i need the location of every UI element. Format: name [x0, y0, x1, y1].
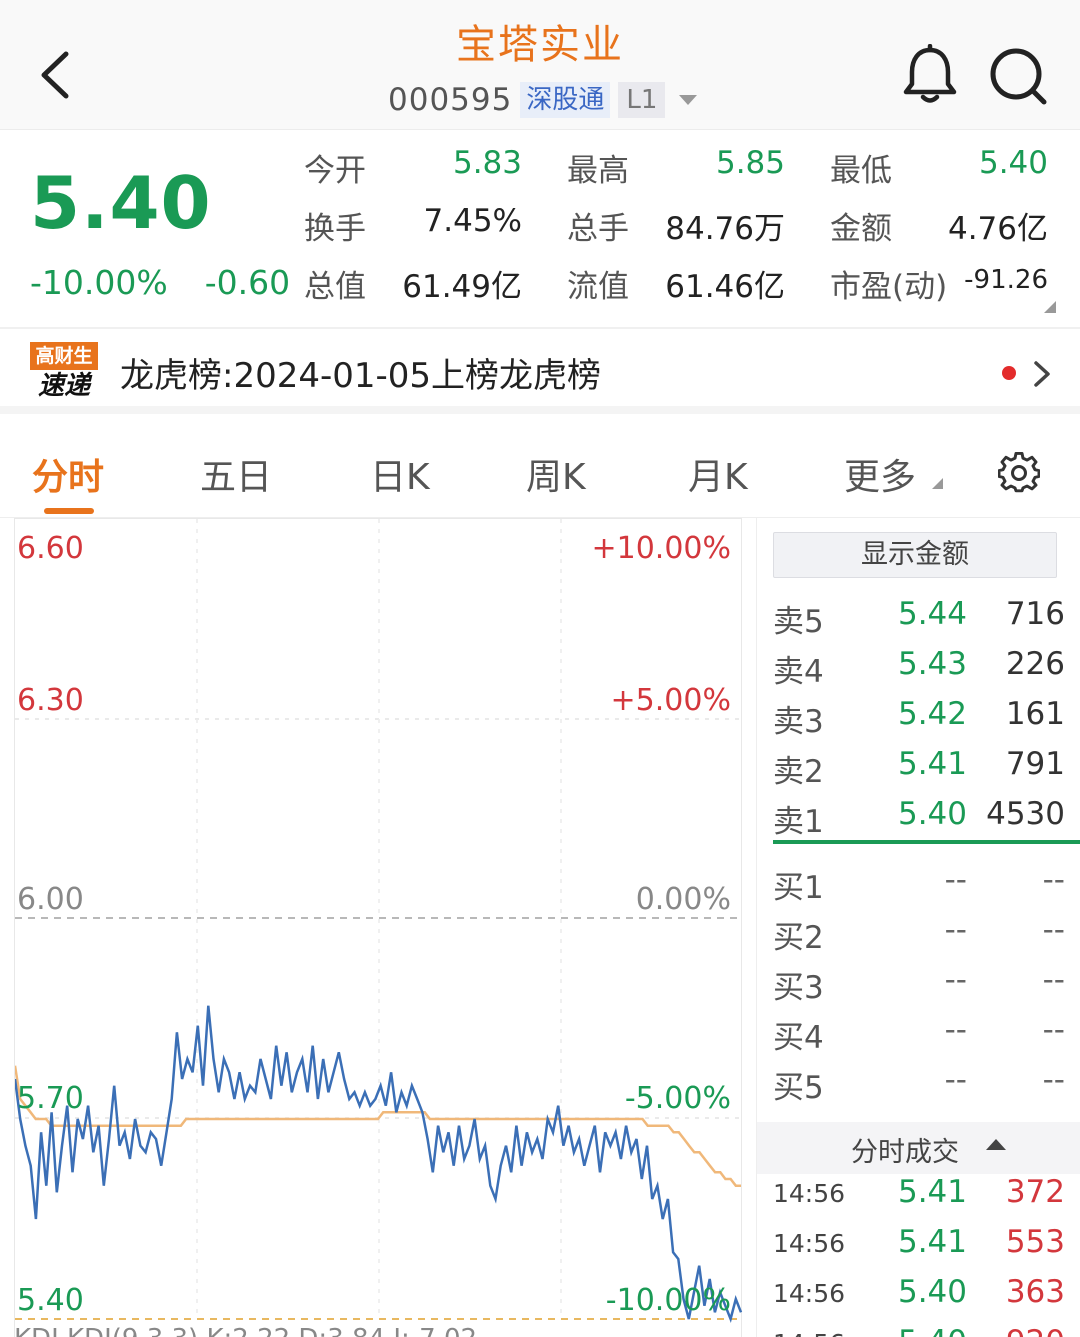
total-mv-value: 61.49亿 — [402, 269, 522, 305]
sell-row: 卖1 5.40 4530 — [773, 796, 1065, 840]
unread-dot-icon — [1002, 366, 1016, 380]
chevron-up-icon[interactable] — [986, 1139, 1006, 1150]
pe-value: -91.26 — [964, 265, 1048, 295]
stock-code: 000595 — [388, 82, 513, 118]
intraday-chart-plot — [15, 519, 743, 1324]
show-amount-button[interactable]: 显示金额 — [773, 532, 1057, 578]
buy-row: 买2 -- -- — [773, 912, 1065, 956]
trade-row: 14:56 5.40 920 — [773, 1324, 1065, 1337]
price-line — [15, 1005, 743, 1324]
trades-title: 分时成交 — [851, 1137, 959, 1168]
tab-more[interactable]: 更多 — [844, 448, 916, 500]
indicator-strip[interactable]: KDJ KDJ(9,3,3) K:2.22 D:3.84 J:-7.02 — [14, 1324, 742, 1337]
tab-five-day[interactable]: 五日 — [200, 448, 272, 500]
change-amount: -0.60 — [204, 263, 291, 302]
low-field: 最低 5.40 — [830, 145, 1048, 189]
high-field: 最高 5.85 — [567, 145, 785, 189]
y-label-right-top: +10.00% — [591, 531, 731, 566]
chevron-right-icon[interactable] — [1030, 358, 1054, 390]
sell-row: 卖4 5.43 226 — [773, 646, 1065, 690]
expand-corner-icon[interactable] — [1044, 301, 1056, 313]
stock-code-line[interactable]: 000595 深股通 L1 — [388, 80, 698, 120]
news-banner[interactable]: 高财生 速递 龙虎榜:2024-01-05上榜龙虎榜 — [0, 330, 1080, 414]
tab-day-k[interactable]: 日K — [370, 448, 430, 500]
search-icon[interactable] — [986, 44, 1050, 108]
bell-icon[interactable] — [900, 44, 960, 106]
y-label-right-2: +5.00% — [610, 683, 731, 718]
bid-ask-divider — [773, 840, 1080, 844]
y-label-left-bottom: 5.40 — [17, 1283, 84, 1318]
y-label-left-2: 6.30 — [17, 683, 84, 718]
y-label-right-4: -5.00% — [624, 1081, 731, 1116]
high-value: 5.85 — [715, 145, 785, 181]
more-caret-icon — [932, 478, 943, 489]
sell-row: 卖5 5.44 716 — [773, 596, 1065, 640]
buy-row: 买4 -- -- — [773, 1012, 1065, 1056]
chart-period-tabs: 分时 五日 日K 周K 月K 更多 — [0, 422, 1080, 518]
buy-row: 买5 -- -- — [773, 1062, 1065, 1106]
pe-field: 市盈(动) -91.26 — [830, 265, 1048, 305]
tab-month-k[interactable]: 月K — [688, 448, 748, 500]
trades-header[interactable]: 分时成交 — [757, 1122, 1080, 1174]
float-mv-value: 61.46亿 — [665, 269, 785, 305]
amount-field: 金额 4.76亿 — [830, 203, 1048, 253]
open-value: 5.83 — [452, 145, 522, 181]
float-mv-field: 流值 61.46亿 — [567, 261, 785, 311]
order-book-panel: 显示金额 卖5 5.44 716 卖4 5.43 226 卖3 5.42 161… — [756, 518, 1080, 1337]
total-mv-field: 总值 61.49亿 — [304, 261, 522, 311]
tab-intraday[interactable]: 分时 — [32, 448, 104, 500]
y-label-left-top: 6.60 — [17, 531, 84, 566]
news-logo: 高财生 速递 — [30, 342, 98, 402]
buy-row: 买3 -- -- — [773, 962, 1065, 1006]
active-tab-indicator — [44, 508, 94, 514]
top-bar: 宝塔实业 000595 深股通 L1 — [0, 0, 1080, 130]
quote-panel: 5.40 -10.00% -0.60 今开 5.83 换手 7.45% 总值 6… — [0, 131, 1080, 327]
y-label-right-mid: 0.00% — [635, 882, 731, 917]
turnover-field: 换手 7.45% — [304, 203, 522, 247]
price-change: -10.00% -0.60 — [30, 263, 290, 302]
news-headline[interactable]: 龙虎榜:2024-01-05上榜龙虎榜 — [120, 348, 601, 397]
sell-row: 卖3 5.42 161 — [773, 696, 1065, 740]
tab-week-k[interactable]: 周K — [526, 448, 586, 500]
y-label-left-mid: 6.00 — [17, 882, 84, 917]
open-field: 今开 5.83 — [304, 145, 522, 189]
y-label-left-4: 5.70 — [17, 1081, 84, 1116]
change-percent: -10.00% — [30, 263, 168, 302]
current-price: 5.40 — [30, 161, 212, 245]
volume-value: 84.76万 — [665, 211, 785, 247]
intraday-chart[interactable]: 6.60 6.30 6.00 5.70 5.40 +10.00% +5.00% … — [14, 518, 743, 1337]
amount-value: 4.76亿 — [947, 211, 1048, 247]
turnover-value: 7.45% — [423, 203, 522, 239]
low-value: 5.40 — [978, 145, 1048, 181]
divider — [0, 327, 1080, 329]
trade-row: 14:56 5.41 553 — [773, 1224, 1065, 1260]
y-label-right-bottom: -10.00% — [605, 1283, 731, 1318]
level-badge: L1 — [618, 82, 666, 118]
trade-row: 14:56 5.40 363 — [773, 1274, 1065, 1310]
chevron-down-icon[interactable] — [679, 95, 698, 105]
gear-icon[interactable] — [998, 452, 1040, 494]
sell-row: 卖2 5.41 791 — [773, 746, 1065, 790]
connect-badge: 深股通 — [520, 82, 611, 118]
chart-gridlines — [15, 519, 743, 1320]
volume-field: 总手 84.76万 — [567, 203, 785, 253]
trade-row: 14:56 5.41 372 — [773, 1174, 1065, 1210]
buy-row: 买1 -- -- — [773, 862, 1065, 906]
